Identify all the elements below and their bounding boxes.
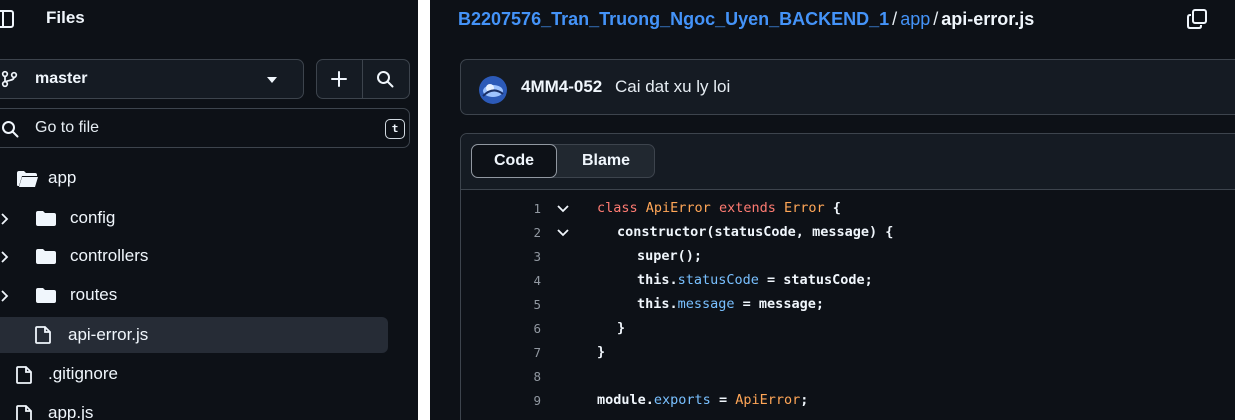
tree-item-app-js[interactable]: app.js — [0, 396, 410, 420]
avatar[interactable] — [479, 76, 507, 104]
folder-open-icon — [17, 171, 38, 187]
code-line-1: 1 class ApiError extends Error { — [461, 197, 1235, 221]
pane-divider — [418, 0, 430, 420]
code-line-2: 2 constructor(statusCode, message) { — [461, 221, 1235, 245]
fold-chevron-icon[interactable] — [557, 205, 569, 213]
line-number[interactable]: 5 — [527, 297, 541, 312]
tree-item-label: app.js — [48, 403, 94, 420]
tree-item-gitignore[interactable]: .gitignore — [0, 357, 410, 391]
fold-chevron-icon[interactable] — [557, 229, 569, 237]
commit-message[interactable]: Cai dat xu ly loi — [615, 77, 730, 97]
file-icon — [35, 326, 51, 344]
code-line-5: 5 this.message = message; — [461, 293, 1235, 317]
code-line-9: 9 module.exports = ApiError; — [461, 389, 1235, 413]
line-number[interactable]: 1 — [527, 201, 541, 216]
breadcrumb-repo-link[interactable]: B2207576_Tran_Truong_Ngoc_Uyen_BACKEND_1 — [458, 9, 889, 29]
file-icon — [16, 405, 32, 420]
code-text: module.exports = ApiError; — [597, 392, 809, 408]
latest-commit-box: 4MM4-052 Cai dat xu ly loi — [460, 59, 1235, 115]
view-mode-toggle: Code Blame — [471, 144, 655, 178]
folder-icon — [36, 211, 56, 226]
go-to-file-placeholder: Go to file — [35, 119, 100, 136]
code-lines: 1 class ApiError extends Error { 2 const… — [461, 197, 1235, 413]
tab-blame[interactable]: Blame — [558, 145, 654, 177]
code-line-7: 7 } — [461, 341, 1235, 365]
tree-item-label: app — [48, 168, 77, 187]
commit-author[interactable]: 4MM4-052 — [521, 77, 602, 97]
breadcrumb-separator: / — [933, 9, 939, 29]
sidebar-title: Files — [46, 8, 85, 27]
tree-item-label: controllers — [70, 246, 149, 265]
file-actions-group — [316, 59, 410, 99]
go-to-file-input[interactable]: Go to file t — [0, 108, 410, 148]
file-icon — [16, 366, 32, 384]
code-text: } — [617, 320, 626, 336]
breadcrumb: B2207576_Tran_Truong_Ngoc_Uyen_BACKEND_1… — [458, 9, 1034, 30]
breadcrumb-dir-link[interactable]: app — [900, 9, 930, 29]
code-text: this.statusCode = statusCode; — [637, 272, 873, 288]
line-number[interactable]: 4 — [527, 273, 541, 288]
folder-icon — [36, 249, 56, 264]
line-number[interactable]: 6 — [527, 321, 541, 336]
line-number[interactable]: 9 — [527, 393, 541, 408]
folder-icon — [36, 288, 56, 303]
line-number[interactable]: 3 — [527, 249, 541, 264]
keyboard-shortcut-badge: t — [385, 119, 405, 139]
line-number[interactable]: 2 — [527, 225, 541, 240]
avatar-image — [479, 76, 507, 104]
branch-selector-button[interactable]: master — [0, 59, 304, 99]
search-icon — [2, 121, 19, 138]
tree-item-routes[interactable]: routes — [0, 278, 410, 312]
breadcrumb-separator: / — [892, 9, 898, 29]
tree-item-label: config — [70, 208, 116, 227]
file-viewer: B2207576_Tran_Truong_Ngoc_Uyen_BACKEND_1… — [430, 0, 1235, 420]
copy-path-icon[interactable] — [1187, 9, 1207, 29]
file-tree-sidebar: Files master Go to file t app config con… — [0, 0, 418, 420]
breadcrumb-file-name: api-error.js — [941, 9, 1035, 29]
line-number[interactable]: 7 — [527, 345, 541, 360]
search-code-button[interactable] — [363, 60, 409, 98]
code-line-4: 4 this.statusCode = statusCode; — [461, 269, 1235, 293]
git-branch-icon — [1, 70, 18, 88]
chevron-right-icon[interactable] — [1, 290, 9, 302]
tree-item-api-error-js[interactable]: api-error.js — [0, 317, 388, 353]
code-line-6: 6 } — [461, 317, 1235, 341]
sidebar-toggle-icon[interactable] — [0, 10, 14, 28]
tree-item-label: api-error.js — [68, 325, 149, 344]
code-viewer-header: Code Blame — [461, 134, 1235, 190]
add-file-button[interactable] — [317, 60, 363, 98]
tree-item-app[interactable]: app — [0, 161, 410, 195]
code-line-3: 3 super(); — [461, 245, 1235, 269]
tree-item-label: .gitignore — [48, 364, 118, 383]
code-text: constructor(statusCode, message) { — [617, 224, 894, 240]
sidebar-header: Files — [0, 0, 418, 38]
tree-item-config[interactable]: config — [0, 201, 410, 235]
code-text: this.message = message; — [637, 296, 824, 312]
tree-item-controllers[interactable]: controllers — [0, 239, 410, 273]
search-icon — [377, 71, 394, 88]
code-text: } — [597, 344, 606, 360]
code-viewer: Code Blame 1 class ApiError extends Erro… — [460, 133, 1235, 420]
code-text: super(); — [637, 248, 703, 264]
branch-name: master — [35, 70, 88, 87]
chevron-down-icon — [267, 77, 277, 83]
code-text: class ApiError extends Error { — [597, 200, 841, 216]
tree-item-label: routes — [70, 285, 118, 304]
tab-code[interactable]: Code — [471, 144, 557, 178]
chevron-right-icon[interactable] — [1, 251, 9, 263]
line-number[interactable]: 8 — [527, 369, 541, 384]
code-line-8: 8 — [461, 365, 1235, 389]
chevron-right-icon[interactable] — [1, 213, 9, 225]
plus-icon — [331, 71, 347, 87]
